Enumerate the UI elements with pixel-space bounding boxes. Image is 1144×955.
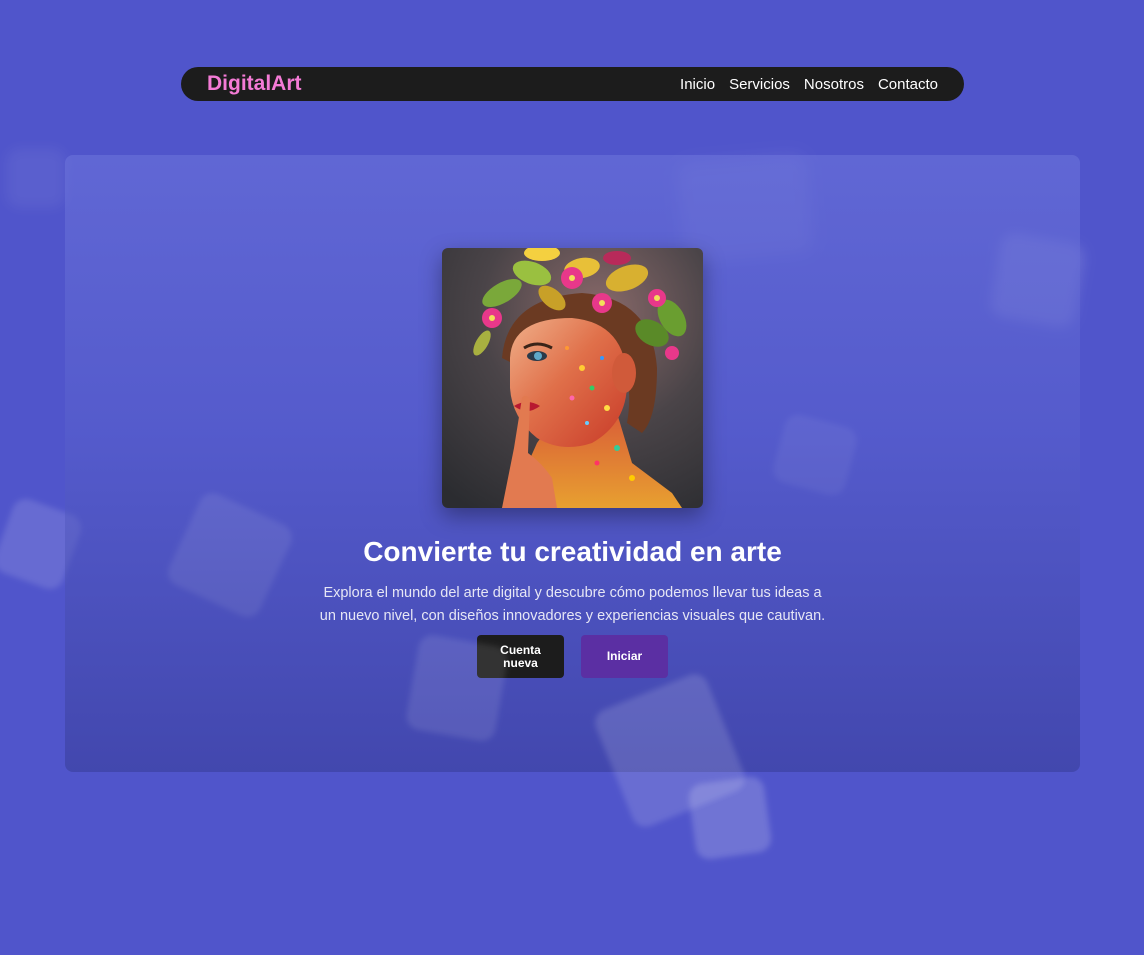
decorative-square xyxy=(404,632,510,744)
hero-description: Explora el mundo del arte digital y desc… xyxy=(319,585,826,624)
nav-link-servicios[interactable]: Servicios xyxy=(729,76,790,93)
hero-image xyxy=(442,248,703,508)
nav-links: Inicio Servicios Nosotros Contacto xyxy=(680,76,938,93)
brand-logo[interactable]: DigitalArt xyxy=(207,72,302,96)
hero-panel: Convierte tu creatividad en arte Explora… xyxy=(65,155,1080,772)
nav-link-contacto[interactable]: Contacto xyxy=(878,76,938,93)
start-button[interactable]: Iniciar xyxy=(581,635,668,678)
portrait-illustration xyxy=(442,248,703,508)
nav-link-nosotros[interactable]: Nosotros xyxy=(804,76,864,93)
hero-title: Convierte tu creatividad en arte xyxy=(363,536,782,567)
decorative-square xyxy=(6,148,66,208)
navbar: DigitalArt Inicio Servicios Nosotros Con… xyxy=(181,67,964,101)
nav-link-inicio[interactable]: Inicio xyxy=(680,76,715,93)
decorative-square xyxy=(687,775,773,861)
